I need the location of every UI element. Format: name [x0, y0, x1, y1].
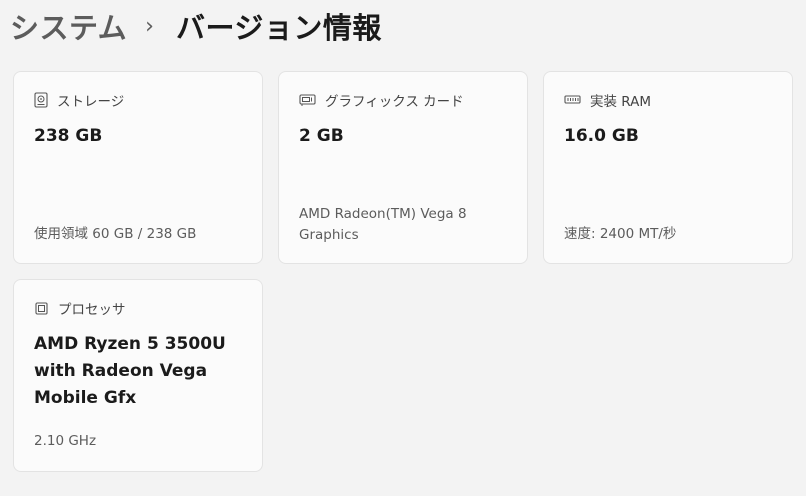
ram-value: 16.0 GB — [564, 126, 639, 146]
graphics-card-header: グラフィックス カード — [299, 90, 464, 110]
graphics-detail: AMD Radeon(TM) Vega 8 Graphics — [299, 204, 507, 246]
breadcrumb-separator-icon: › — [145, 13, 154, 39]
processor-detail: 2.10 GHz — [34, 433, 97, 449]
storage-card-header: ストレージ — [34, 90, 124, 110]
processor-icon — [35, 301, 48, 315]
breadcrumb: システム › バージョン情報 — [10, 4, 382, 48]
processor-value-line: with Radeon Vega — [34, 361, 208, 381]
processor-value: AMD Ryzen 5 3500U with Radeon Vega Mobil… — [34, 331, 248, 412]
page-title: バージョン情報 — [175, 11, 382, 45]
breadcrumb-system-link[interactable]: システム — [10, 5, 127, 47]
ram-label: 実装 RAM — [590, 94, 652, 110]
storage-card: ストレージ 238 GB 使用領域 60 GB / 238 GB — [13, 71, 263, 264]
storage-value: 238 GB — [34, 126, 103, 146]
storage-detail: 使用領域 60 GB / 238 GB — [34, 226, 197, 242]
graphics-card: グラフィックス カード 2 GB AMD Radeon(TM) Vega 8 G… — [278, 71, 528, 264]
graphics-detail-line: AMD Radeon(TM) Vega 8 — [299, 206, 467, 222]
ram-detail: 速度: 2400 MT/秒 — [564, 226, 677, 242]
storage-label: ストレージ — [57, 94, 125, 110]
processor-value-line: AMD Ryzen 5 3500U — [34, 334, 226, 354]
processor-value-line: Mobile Gfx — [34, 388, 137, 408]
hard-drive-icon — [34, 92, 48, 108]
graphics-label: グラフィックス カード — [325, 94, 464, 110]
processor-label: プロセッサ — [58, 302, 126, 318]
ram-card: 実装 RAM 16.0 GB 速度: 2400 MT/秒 — [543, 71, 793, 264]
ram-card-header: 実装 RAM — [564, 90, 651, 110]
graphics-value: 2 GB — [299, 126, 344, 146]
processor-card-header: プロセッサ — [34, 298, 126, 318]
processor-card: プロセッサ AMD Ryzen 5 3500U with Radeon Vega… — [13, 279, 263, 472]
graphics-card-icon — [299, 94, 316, 106]
memory-icon — [564, 95, 581, 104]
graphics-detail-line: Graphics — [299, 227, 359, 243]
